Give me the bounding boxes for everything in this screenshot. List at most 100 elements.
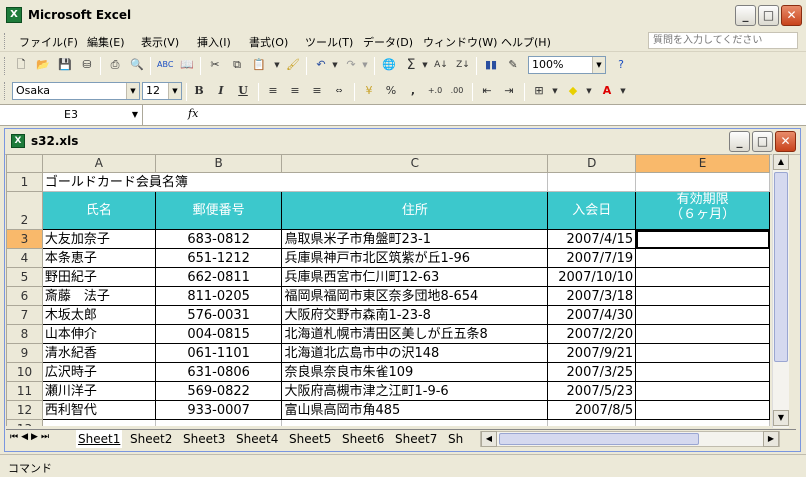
drawing-icon[interactable]: ✎	[504, 56, 522, 74]
redo-icon[interactable]: ↷	[342, 56, 360, 74]
cell[interactable]	[635, 419, 770, 426]
row-header[interactable]: 2	[6, 191, 43, 230]
cell[interactable]	[635, 172, 770, 192]
sheet-tab[interactable]: Sheet5	[289, 430, 331, 448]
cell-name[interactable]: 木坂太郎	[41, 305, 156, 325]
save-icon[interactable]: 💾	[56, 56, 74, 74]
cell-address[interactable]: 奈良県奈良市朱雀109	[281, 362, 549, 382]
cell-address[interactable]: 福岡県福岡市東区奈多団地8-654	[281, 286, 549, 306]
cell-join-date[interactable]: 2007/9/21	[547, 343, 637, 363]
menu-file[interactable]: ファイル(F)	[16, 33, 81, 51]
sheet-tab[interactable]: Sheet4	[236, 430, 278, 448]
new-icon[interactable]: 🗋	[12, 56, 30, 74]
cell-zip[interactable]: 683-0812	[154, 229, 283, 249]
cell-zip[interactable]: 569-0822	[154, 381, 283, 401]
cell[interactable]	[547, 419, 637, 426]
align-right-icon[interactable]: ≡	[308, 82, 326, 100]
cell-address[interactable]: 鳥取県米子市角盤町23-1	[281, 229, 549, 249]
cell-join-date[interactable]: 2007/3/25	[547, 362, 637, 382]
underline-button[interactable]: U	[234, 82, 252, 100]
cell-name[interactable]: 西利智代	[41, 400, 156, 420]
select-all-corner[interactable]	[6, 154, 43, 173]
cell-expiry[interactable]	[635, 381, 770, 401]
column-header-e[interactable]: E	[635, 154, 770, 173]
fill-dropdown-icon[interactable]: ▼	[584, 82, 594, 100]
cell-zip[interactable]: 004-0815	[154, 324, 283, 344]
borders-dropdown-icon[interactable]: ▼	[550, 82, 560, 100]
cell-zip[interactable]: 576-0031	[154, 305, 283, 325]
header-cell-join-date[interactable]: 入会日	[547, 191, 637, 230]
menu-window[interactable]: ウィンドウ(W)	[420, 33, 500, 51]
workbook-icon[interactable]: X	[11, 134, 25, 148]
font-color-icon[interactable]: A	[598, 82, 616, 100]
cell-address[interactable]: 北海道札幌市清田区美しが丘五条8	[281, 324, 549, 344]
borders-icon[interactable]: ⊞	[530, 82, 548, 100]
cell-expiry[interactable]	[635, 286, 770, 306]
cell-expiry[interactable]	[635, 305, 770, 325]
sheet-tab[interactable]: Sh	[448, 430, 463, 448]
horizontal-scroll-thumb[interactable]	[499, 433, 699, 445]
print-preview-icon[interactable]: 🔍	[128, 56, 146, 74]
cell-expiry[interactable]	[635, 229, 770, 249]
menu-data[interactable]: データ(D)	[360, 33, 416, 51]
row-header[interactable]: 1	[6, 172, 43, 192]
font-select[interactable]: Osaka ▼	[12, 82, 140, 100]
row-header[interactable]: 9	[6, 343, 43, 363]
vertical-scrollbar[interactable]: ▲ ▼	[772, 154, 789, 428]
cell-join-date[interactable]: 2007/4/30	[547, 305, 637, 325]
row-header[interactable]: 10	[6, 362, 43, 382]
ask-question-input[interactable]: 質問を入力してください	[648, 32, 798, 49]
scroll-down-icon[interactable]: ▼	[773, 410, 789, 426]
header-cell-name[interactable]: 氏名	[41, 191, 156, 230]
scroll-left-icon[interactable]: ◀	[481, 431, 497, 447]
scroll-right-icon[interactable]: ▶	[763, 431, 779, 447]
paste-icon[interactable]: 📋	[250, 56, 268, 74]
cell-zip[interactable]: 662-0811	[154, 267, 283, 287]
format-painter-icon[interactable]: 🖌	[284, 56, 302, 74]
cell[interactable]	[41, 419, 156, 426]
cell-zip[interactable]: 811-0205	[154, 286, 283, 306]
cell-expiry[interactable]	[635, 324, 770, 344]
cell[interactable]	[154, 419, 283, 426]
toolbar-grip[interactable]	[4, 57, 7, 75]
cell-join-date[interactable]: 2007/7/19	[547, 248, 637, 268]
header-cell-address[interactable]: 住所	[281, 191, 549, 230]
fill-color-icon[interactable]: ◆	[564, 82, 582, 100]
currency-icon[interactable]: ¥	[360, 82, 378, 100]
cell[interactable]	[547, 172, 637, 192]
workbook-close-button[interactable]: ✕	[775, 131, 796, 152]
cell-name[interactable]: 本条恵子	[41, 248, 156, 268]
cell-zip[interactable]: 631-0806	[154, 362, 283, 382]
cell-zip[interactable]: 061-1101	[154, 343, 283, 363]
header-cell-zip[interactable]: 郵便番号	[154, 191, 283, 230]
cell-name[interactable]: 野田紀子	[41, 267, 156, 287]
sort-ascending-icon[interactable]: A↓	[432, 56, 450, 74]
vertical-scroll-thumb[interactable]	[774, 172, 788, 362]
cell-join-date[interactable]: 2007/8/5	[547, 400, 637, 420]
chevron-down-icon[interactable]: ▼	[592, 57, 605, 73]
minimize-button[interactable]: _	[735, 5, 756, 26]
menu-view[interactable]: 表示(V)	[138, 33, 182, 51]
cell-name[interactable]: 大友加奈子	[41, 229, 156, 249]
cell-name[interactable]: 山本伸介	[41, 324, 156, 344]
font-size-select[interactable]: 12 ▼	[142, 82, 182, 100]
row-header[interactable]: 7	[6, 305, 43, 325]
cell-expiry[interactable]	[635, 362, 770, 382]
name-box[interactable]: E3 ▼	[0, 105, 143, 125]
menu-edit[interactable]: 編集(E)	[84, 33, 128, 51]
column-header-c[interactable]: C	[281, 154, 549, 173]
row-header[interactable]: 4	[6, 248, 43, 268]
row-header[interactable]: 5	[6, 267, 43, 287]
sheet-tab[interactable]: Sheet1	[76, 430, 123, 448]
menu-help[interactable]: ヘルプ(H)	[498, 33, 554, 51]
research-icon[interactable]: 📖	[178, 56, 196, 74]
sheet-tab[interactable]: Sheet2	[130, 430, 172, 448]
row-header[interactable]: 12	[6, 400, 43, 420]
autosum-dropdown-icon[interactable]: ▼	[420, 56, 430, 74]
menu-insert[interactable]: 挿入(I)	[194, 33, 234, 51]
bold-button[interactable]: B	[190, 82, 208, 100]
cell-name[interactable]: 斎藤 法子	[41, 286, 156, 306]
decrease-decimal-icon[interactable]: .00	[448, 82, 466, 100]
print-icon[interactable]: ⎙	[106, 56, 124, 74]
cell-name[interactable]: 広沢時子	[41, 362, 156, 382]
